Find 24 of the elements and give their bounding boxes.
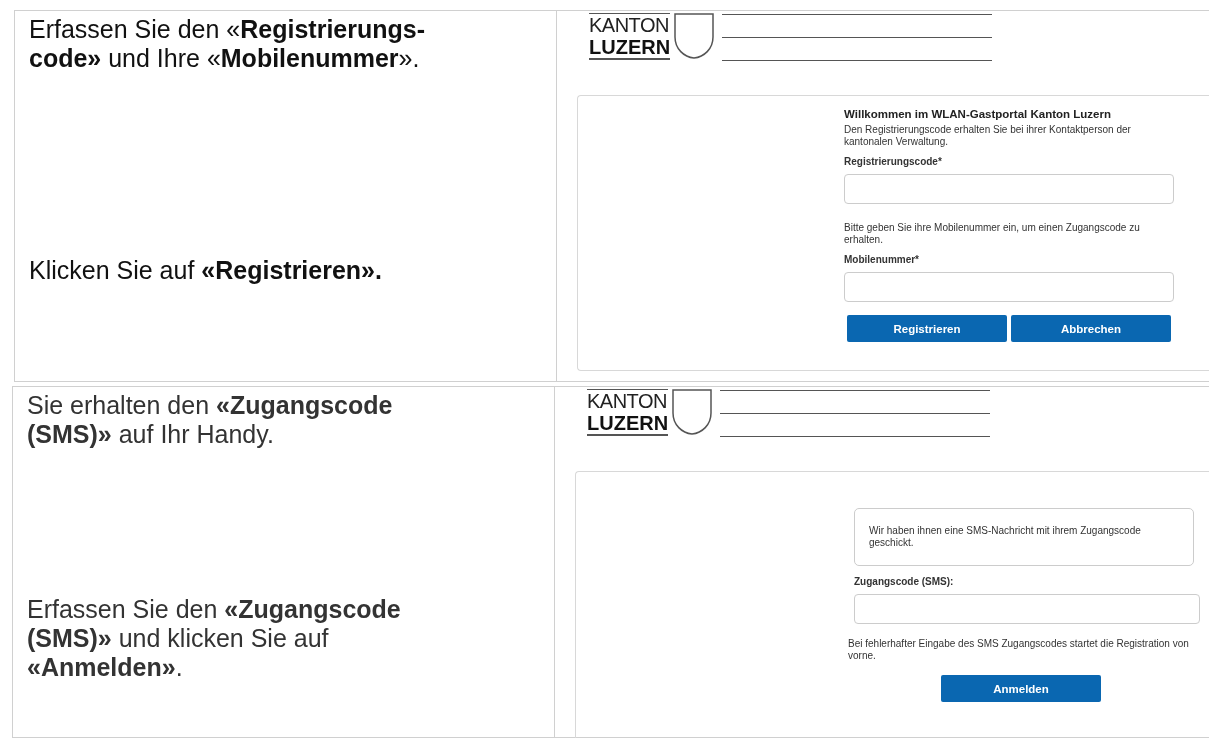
logo-text: LUZERN [589, 36, 671, 60]
field-label: Zugangscode (SMS): [854, 576, 955, 587]
portal-title: Willkommen im WLAN-Gastportal Kanton Luzern [844, 108, 1112, 120]
form-button[interactable]: Anmelden [941, 675, 1101, 702]
field-label: Registrierungscode* [844, 156, 943, 167]
form-button[interactable]: Abbrechen [1011, 315, 1171, 342]
coat-of-arms-icon [672, 389, 713, 435]
input-field[interactable] [844, 272, 1174, 302]
intro-text: Den Registrierungscode erhalten Sie bei ihrer Kontaktperson der kantonalen Verwaltung. [844, 124, 1132, 148]
input-field[interactable] [854, 594, 1200, 624]
form-button[interactable]: Registrieren [847, 315, 1007, 342]
message-box: Wir haben ihnen eine SMS-Nachricht mit ihrem Zugangscode geschickt. [854, 508, 1194, 566]
note-text: Bei fehlerhafter Eingabe des SMS Zugangscodes startet die Registration von vorne. [848, 638, 1190, 662]
instruction-text: Klicken Sie auf «Registrieren». [29, 256, 383, 285]
coat-of-arms-icon [674, 13, 715, 59]
logo-text: KANTON [587, 389, 669, 412]
logo-text: KANTON [589, 13, 671, 36]
logo-text: LUZERN [587, 412, 669, 436]
field-label: Mobilenummer* [844, 254, 920, 265]
hint-text: Bitte geben Sie ihre Mobilenummer ein, um einen Zugangscode zu erhalten. [844, 222, 1141, 246]
instruction-text: Erfassen Sie den «Zugangscode (SMS)» und klicken Sie auf «Anmelden». [27, 595, 402, 682]
instruction-text: Erfassen Sie den «Registrierungs-code» und Ihre «Mobilenummer». [29, 15, 426, 74]
instruction-text: Sie erhalten den «Zugangscode (SMS)» auf Ihr Handy. [27, 391, 394, 450]
input-field[interactable] [844, 174, 1174, 204]
